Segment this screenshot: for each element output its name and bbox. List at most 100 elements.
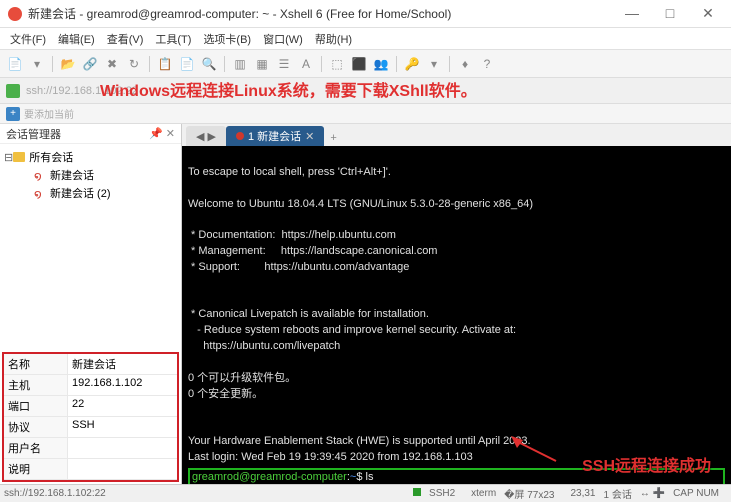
term-line: - Reduce system reboots and improve kern…: [188, 324, 516, 336]
term-line: Your Hardware Enablement Stack (HWE) is …: [188, 435, 531, 447]
tool-icon[interactable]: ⬛: [350, 55, 368, 73]
term-line: Welcome to Ubuntu 18.04.4 LTS (GNU/Linux…: [188, 198, 533, 210]
reconnect-icon[interactable]: ↻: [125, 55, 143, 73]
tool-icon[interactable]: ▥: [231, 55, 249, 73]
term-line: * Documentation: https://help.ubuntu.com: [188, 229, 396, 241]
tree-item-label: 新建会话: [50, 167, 94, 183]
statusbar: ssh://192.168.1.102:22 SSH2 xterm �屏 77x…: [0, 484, 731, 502]
paste-icon[interactable]: 📄: [178, 55, 196, 73]
minimize-button[interactable]: —: [617, 5, 647, 22]
prop-label-desc: 说明: [4, 459, 68, 479]
addressbar: ssh://192.168.1.102:22 Windows远程连接Linux系…: [0, 78, 731, 104]
folder-icon: [13, 152, 25, 162]
prop-value-host: 192.168.1.102: [68, 375, 177, 395]
key-icon[interactable]: 🔑: [403, 55, 421, 73]
tool-icon[interactable]: ⬚: [328, 55, 346, 73]
menu-edit[interactable]: 编辑(E): [52, 29, 101, 49]
tab-local[interactable]: ◀ ▶: [186, 126, 226, 146]
open-icon[interactable]: 📂: [59, 55, 77, 73]
toolbar: 📄 ▾ 📂 🔗 ✖ ↻ 📋 📄 🔍 ▥ ▦ ☰ A ⬚ ⬛ 👥 🔑 ▾ ♦ ?: [0, 50, 731, 78]
prop-label-name: 名称: [4, 354, 68, 374]
window-title: 新建会话 - greamrod@greamrod-computer: ~ - X…: [28, 5, 617, 22]
tab-close-icon[interactable]: ✕: [305, 130, 314, 143]
term-line: Last login: Wed Feb 19 19:39:45 2020 fro…: [188, 451, 473, 463]
tool-icon[interactable]: ▦: [253, 55, 271, 73]
separator: [149, 56, 150, 72]
users-icon[interactable]: 👥: [372, 55, 390, 73]
sidebar-pin-icon[interactable]: 📌 ✕: [149, 127, 175, 140]
tabbar: ◀ ▶ 1 新建会话 ✕ +: [182, 124, 731, 146]
prop-value-desc: [68, 459, 177, 479]
term-line: To escape to local shell, press 'Ctrl+Al…: [188, 166, 391, 178]
prop-label-user: 用户名: [4, 438, 68, 458]
titlebar: 新建会话 - greamrod@greamrod-computer: ~ - X…: [0, 0, 731, 28]
tab-add-button[interactable]: +: [324, 130, 342, 146]
status-address: ssh://192.168.1.102:22: [4, 488, 106, 499]
session-icon: ໑: [34, 187, 46, 199]
menu-view[interactable]: 查看(V): [101, 29, 150, 49]
status-size: �屏 77x23: [504, 486, 562, 501]
close-button[interactable]: ✕: [693, 5, 723, 22]
menu-tab[interactable]: 选项卡(B): [197, 29, 257, 49]
find-icon[interactable]: 🔍: [200, 55, 218, 73]
tool-icon[interactable]: ☰: [275, 55, 293, 73]
status-sep: ↔ ➕: [640, 488, 665, 499]
separator: [52, 56, 53, 72]
prop-label-protocol: 协议: [4, 417, 68, 437]
menu-file[interactable]: 文件(F): [4, 29, 52, 49]
status-term: xterm: [471, 488, 496, 499]
tree-session-1[interactable]: ໑ 新建会话: [4, 166, 177, 184]
sidebar-header: 会话管理器 📌 ✕: [0, 124, 181, 144]
app-icon: [8, 7, 22, 21]
copy-icon[interactable]: 📋: [156, 55, 174, 73]
separator: [396, 56, 397, 72]
font-icon[interactable]: A: [297, 55, 315, 73]
prop-value-port: 22: [68, 396, 177, 416]
session-tree: ⊟ 所有会话 ໑ 新建会话 ໑ 新建会话 (2): [0, 144, 181, 350]
sidebar: 会话管理器 📌 ✕ ⊟ 所有会话 ໑ 新建会话 ໑ 新建会话 (2) 名称新建会话 …: [0, 124, 182, 484]
prop-value-protocol: SSH: [68, 417, 177, 437]
term-line: 0 个安全更新。: [188, 388, 263, 400]
new-session-icon[interactable]: 📄: [6, 55, 24, 73]
maximize-button[interactable]: □: [655, 5, 685, 22]
tab-status-icon: [236, 132, 244, 140]
prompt-user: greamrod@greamrod-computer: [192, 471, 347, 483]
terminal-area: ◀ ▶ 1 新建会话 ✕ + To escape to local shell,…: [182, 124, 731, 484]
quickbar: + 要添加当前: [0, 104, 731, 124]
menu-window[interactable]: 窗口(W): [257, 29, 309, 49]
cmd-ls: ls: [366, 471, 374, 483]
prop-value-name: 新建会话: [68, 354, 177, 374]
status-ssh: SSH2: [413, 488, 463, 499]
tab-active[interactable]: 1 新建会话 ✕: [226, 126, 324, 146]
connect-icon[interactable]: 🔗: [81, 55, 99, 73]
session-icon: ໑: [34, 169, 46, 181]
menu-help[interactable]: 帮助(H): [309, 29, 358, 49]
quickbar-hint: 要添加当前: [24, 106, 74, 121]
ssh-icon: [6, 84, 20, 98]
menu-tools[interactable]: 工具(T): [149, 29, 197, 49]
arrow-annotation: [511, 436, 561, 466]
tree-item-label: 新建会话 (2): [50, 185, 111, 201]
tree-session-2[interactable]: ໑ 新建会话 (2): [4, 184, 177, 202]
disconnect-icon[interactable]: ✖: [103, 55, 121, 73]
term-line: * Canonical Livepatch is available for i…: [188, 308, 429, 320]
tool-icon[interactable]: ▾: [425, 55, 443, 73]
status-indicator-icon: [413, 488, 421, 496]
status-caps: CAP NUM: [673, 488, 719, 499]
tab-label: 1 新建会话: [248, 128, 301, 144]
prop-label-host: 主机: [4, 375, 68, 395]
separator: [321, 56, 322, 72]
settings-icon[interactable]: ♦: [456, 55, 474, 73]
status-pos: 23,31: [570, 488, 595, 499]
help-icon[interactable]: ?: [478, 55, 496, 73]
term-line: https://ubuntu.com/livepatch: [188, 340, 340, 352]
properties-panel: 名称新建会话 主机192.168.1.102 端口22 协议SSH 用户名 说明: [2, 352, 179, 482]
dropdown-icon[interactable]: ▾: [28, 55, 46, 73]
terminal[interactable]: To escape to local shell, press 'Ctrl+Al…: [182, 146, 731, 484]
annotation-top: Windows远程连接Linux系统，需要下载XShll软件。: [100, 77, 477, 101]
add-icon[interactable]: +: [6, 107, 20, 121]
annotation-bottom: SSH远程连接成功: [582, 456, 711, 478]
tree-root[interactable]: ⊟ 所有会话: [4, 148, 177, 166]
menubar: 文件(F) 编辑(E) 查看(V) 工具(T) 选项卡(B) 窗口(W) 帮助(…: [0, 28, 731, 50]
separator: [224, 56, 225, 72]
